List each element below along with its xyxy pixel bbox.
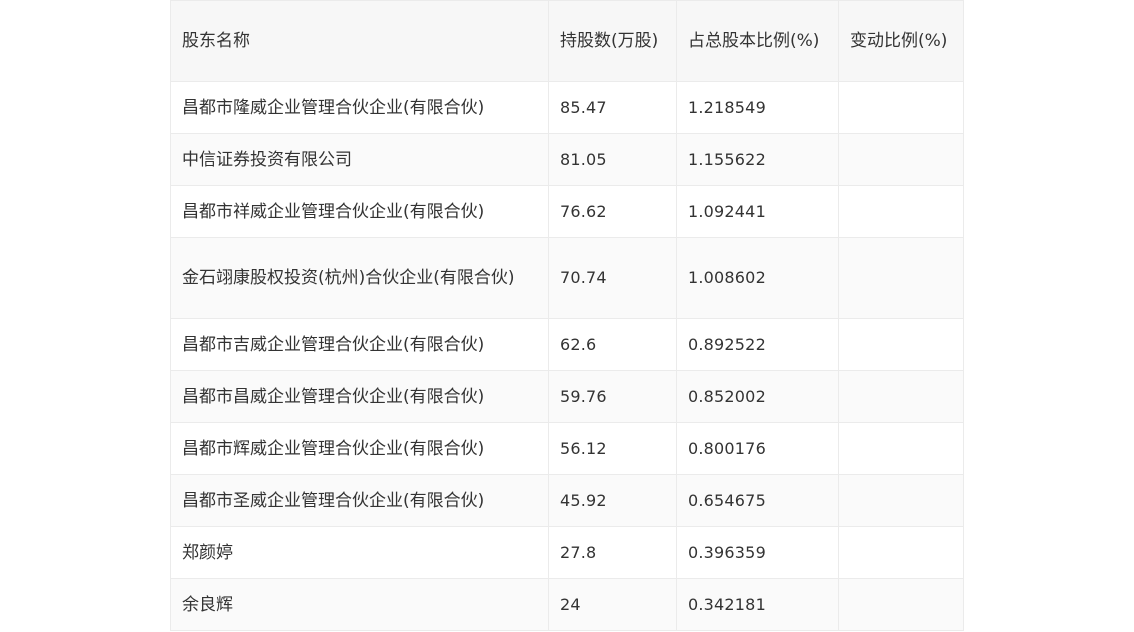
share-ratio-cell: 0.396359 bbox=[676, 526, 839, 579]
change-ratio-cell bbox=[838, 526, 964, 579]
table-row: 昌都市昌威企业管理合伙企业(有限合伙) 59.76 0.852002 bbox=[170, 370, 964, 423]
shareholder-name-cell: 郑颜婷 bbox=[170, 526, 549, 579]
change-ratio-cell bbox=[838, 185, 964, 238]
shareholder-name-cell: 昌都市吉威企业管理合伙企业(有限合伙) bbox=[170, 318, 549, 371]
share-ratio-cell: 0.654675 bbox=[676, 474, 839, 527]
shares-held-cell: 81.05 bbox=[548, 133, 677, 186]
shares-held-cell: 85.47 bbox=[548, 81, 677, 134]
change-ratio-cell bbox=[838, 370, 964, 423]
header-shareholder-name: 股东名称 bbox=[170, 0, 549, 82]
shareholder-name-cell: 中信证券投资有限公司 bbox=[170, 133, 549, 186]
change-ratio-cell bbox=[838, 81, 964, 134]
shareholder-name-cell: 金石翊康股权投资(杭州)合伙企业(有限合伙) bbox=[170, 237, 549, 319]
shareholder-name-cell: 昌都市辉威企业管理合伙企业(有限合伙) bbox=[170, 422, 549, 475]
change-ratio-cell bbox=[838, 474, 964, 527]
shareholder-name-cell: 余良辉 bbox=[170, 578, 549, 631]
change-ratio-cell bbox=[838, 237, 964, 319]
shares-held-cell: 70.74 bbox=[548, 237, 677, 319]
share-ratio-cell: 1.092441 bbox=[676, 185, 839, 238]
share-ratio-cell: 0.852002 bbox=[676, 370, 839, 423]
shares-held-cell: 76.62 bbox=[548, 185, 677, 238]
shares-held-cell: 56.12 bbox=[548, 422, 677, 475]
shareholder-name-cell: 昌都市昌威企业管理合伙企业(有限合伙) bbox=[170, 370, 549, 423]
share-ratio-cell: 0.342181 bbox=[676, 578, 839, 631]
shareholder-table: 股东名称 持股数(万股) 占总股本比例(%) 变动比例(%) 昌都市隆威企业管理… bbox=[170, 0, 964, 631]
header-shares-held: 持股数(万股) bbox=[548, 0, 677, 82]
table-row: 昌都市隆威企业管理合伙企业(有限合伙) 85.47 1.218549 bbox=[170, 81, 964, 134]
shareholder-name-cell: 昌都市祥威企业管理合伙企业(有限合伙) bbox=[170, 185, 549, 238]
change-ratio-cell bbox=[838, 318, 964, 371]
table-row: 中信证券投资有限公司 81.05 1.155622 bbox=[170, 133, 964, 186]
shares-held-cell: 45.92 bbox=[548, 474, 677, 527]
table-header-row: 股东名称 持股数(万股) 占总股本比例(%) 变动比例(%) bbox=[170, 0, 964, 82]
header-change-ratio: 变动比例(%) bbox=[838, 0, 964, 82]
shareholder-name-cell: 昌都市隆威企业管理合伙企业(有限合伙) bbox=[170, 81, 549, 134]
table-row: 余良辉 24 0.342181 bbox=[170, 578, 964, 631]
shares-held-cell: 59.76 bbox=[548, 370, 677, 423]
share-ratio-cell: 0.800176 bbox=[676, 422, 839, 475]
table-row: 金石翊康股权投资(杭州)合伙企业(有限合伙) 70.74 1.008602 bbox=[170, 237, 964, 319]
table-row: 昌都市吉威企业管理合伙企业(有限合伙) 62.6 0.892522 bbox=[170, 318, 964, 371]
change-ratio-cell bbox=[838, 578, 964, 631]
shares-held-cell: 27.8 bbox=[548, 526, 677, 579]
share-ratio-cell: 1.155622 bbox=[676, 133, 839, 186]
change-ratio-cell bbox=[838, 422, 964, 475]
share-ratio-cell: 0.892522 bbox=[676, 318, 839, 371]
shares-held-cell: 62.6 bbox=[548, 318, 677, 371]
table-row: 郑颜婷 27.8 0.396359 bbox=[170, 526, 964, 579]
table-row: 昌都市圣威企业管理合伙企业(有限合伙) 45.92 0.654675 bbox=[170, 474, 964, 527]
shares-held-cell: 24 bbox=[548, 578, 677, 631]
table-row: 昌都市祥威企业管理合伙企业(有限合伙) 76.62 1.092441 bbox=[170, 185, 964, 238]
change-ratio-cell bbox=[838, 133, 964, 186]
share-ratio-cell: 1.008602 bbox=[676, 237, 839, 319]
header-total-share-ratio: 占总股本比例(%) bbox=[676, 0, 839, 82]
shareholder-table-container: 股东名称 持股数(万股) 占总股本比例(%) 变动比例(%) 昌都市隆威企业管理… bbox=[170, 0, 964, 631]
share-ratio-cell: 1.218549 bbox=[676, 81, 839, 134]
table-row: 昌都市辉威企业管理合伙企业(有限合伙) 56.12 0.800176 bbox=[170, 422, 964, 475]
shareholder-name-cell: 昌都市圣威企业管理合伙企业(有限合伙) bbox=[170, 474, 549, 527]
